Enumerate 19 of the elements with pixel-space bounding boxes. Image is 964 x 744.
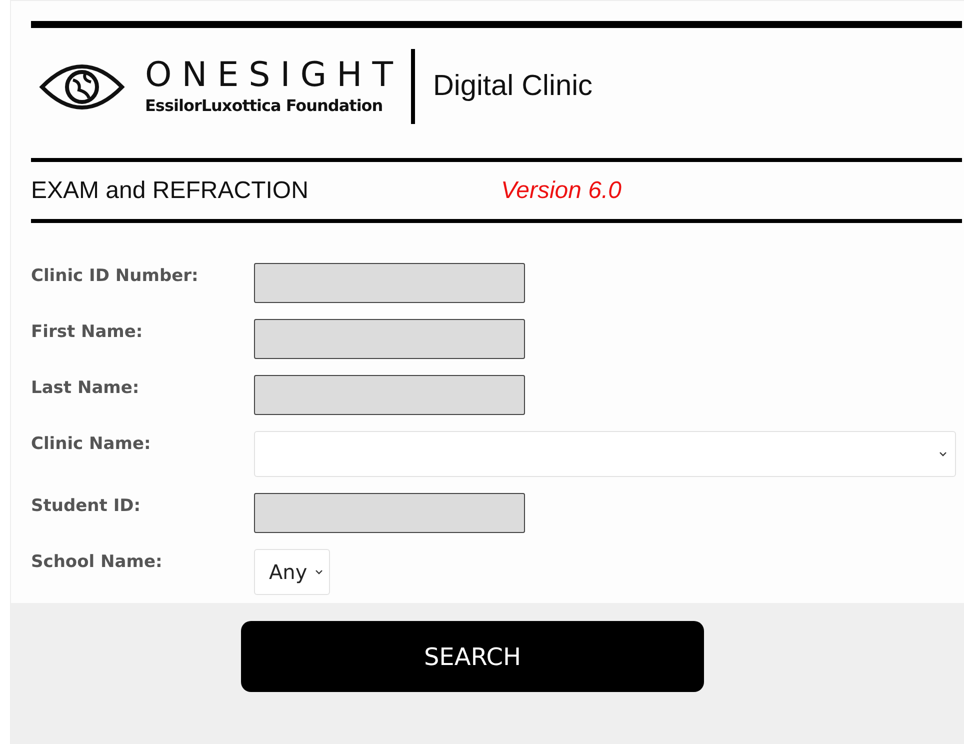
input-field[interactable] bbox=[254, 375, 525, 415]
field-label: Last Name: bbox=[31, 377, 140, 400]
field-label: Clinic Name: bbox=[31, 433, 152, 456]
field-label: School Name: bbox=[31, 551, 164, 574]
field-label: Clinic ID Number: bbox=[31, 265, 200, 288]
input-field[interactable] bbox=[254, 263, 525, 303]
search-button[interactable]: SEARCH bbox=[241, 621, 704, 692]
version-label: Version 6.0 bbox=[501, 176, 622, 206]
input-field[interactable] bbox=[254, 493, 525, 533]
logo-wordmark: ONESIGHT bbox=[145, 56, 403, 94]
field-label: First Name: bbox=[31, 321, 144, 344]
chevron-down-icon bbox=[939, 451, 947, 457]
logo-tagline: EssilorLuxottica Foundation bbox=[145, 94, 384, 116]
field-label: Student ID: bbox=[31, 495, 142, 518]
section-title: EXAM and REFRACTION bbox=[31, 176, 310, 206]
dropdown[interactable]: Any bbox=[254, 549, 330, 595]
input-field[interactable] bbox=[254, 319, 525, 359]
chevron-down-icon bbox=[315, 569, 324, 575]
app-title: Digital Clinic bbox=[432, 68, 593, 104]
